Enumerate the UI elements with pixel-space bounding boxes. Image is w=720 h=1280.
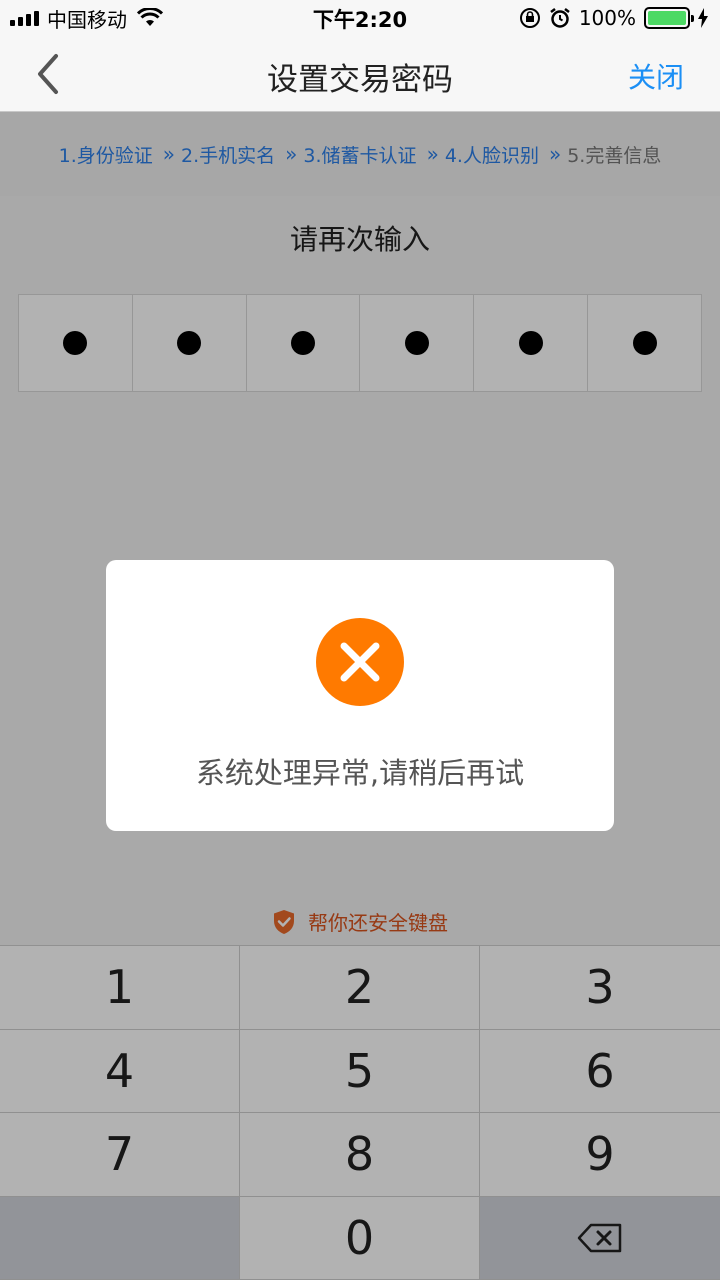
battery-percent: 100% <box>578 6 636 30</box>
battery-icon <box>644 7 694 29</box>
error-dialog: 系统处理异常,请稍后再试 <box>106 560 614 831</box>
page-title: 设置交易密码 <box>267 62 453 98</box>
error-x-icon <box>316 618 404 706</box>
alarm-icon <box>550 8 570 28</box>
wifi-icon <box>137 8 163 26</box>
charging-icon <box>698 8 708 28</box>
orientation-lock-icon <box>519 8 540 28</box>
back-chevron-icon[interactable] <box>30 50 70 98</box>
status-bar: 中国移动 下午2:20 100% <box>0 0 720 36</box>
error-message: 系统处理异常,请稍后再试 <box>195 756 525 790</box>
signal-icon <box>10 10 39 26</box>
carrier-name: 中国移动 <box>47 7 127 32</box>
close-button[interactable]: 关闭 <box>628 56 684 96</box>
nav-bar: 设置交易密码 关闭 <box>0 36 720 112</box>
